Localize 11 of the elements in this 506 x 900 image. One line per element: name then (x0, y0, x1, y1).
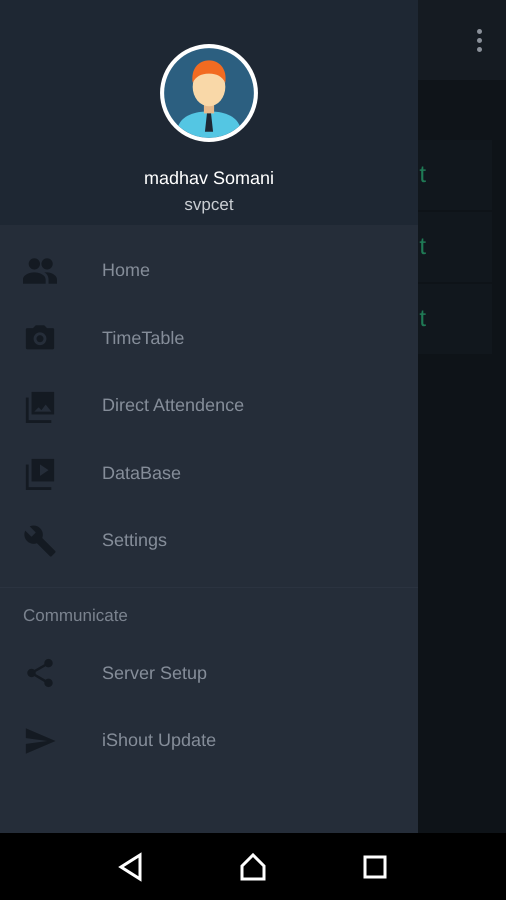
drawer-item[interactable]: Server Setup (0, 640, 418, 707)
profile-name: madhav Somani (144, 168, 274, 189)
profile-subtitle: svpcet (184, 195, 234, 215)
drawer-item[interactable]: Direct Attendence (0, 372, 418, 440)
drawer-item[interactable]: Settings (0, 507, 418, 574)
drawer-item[interactable]: iShout Update (0, 707, 418, 774)
drawer-item[interactable]: DataBase (0, 440, 418, 507)
video-library-icon (23, 456, 57, 490)
home-icon[interactable] (238, 852, 268, 882)
more-menu-icon[interactable] (477, 28, 482, 52)
section-title: Communicate (22, 606, 129, 626)
